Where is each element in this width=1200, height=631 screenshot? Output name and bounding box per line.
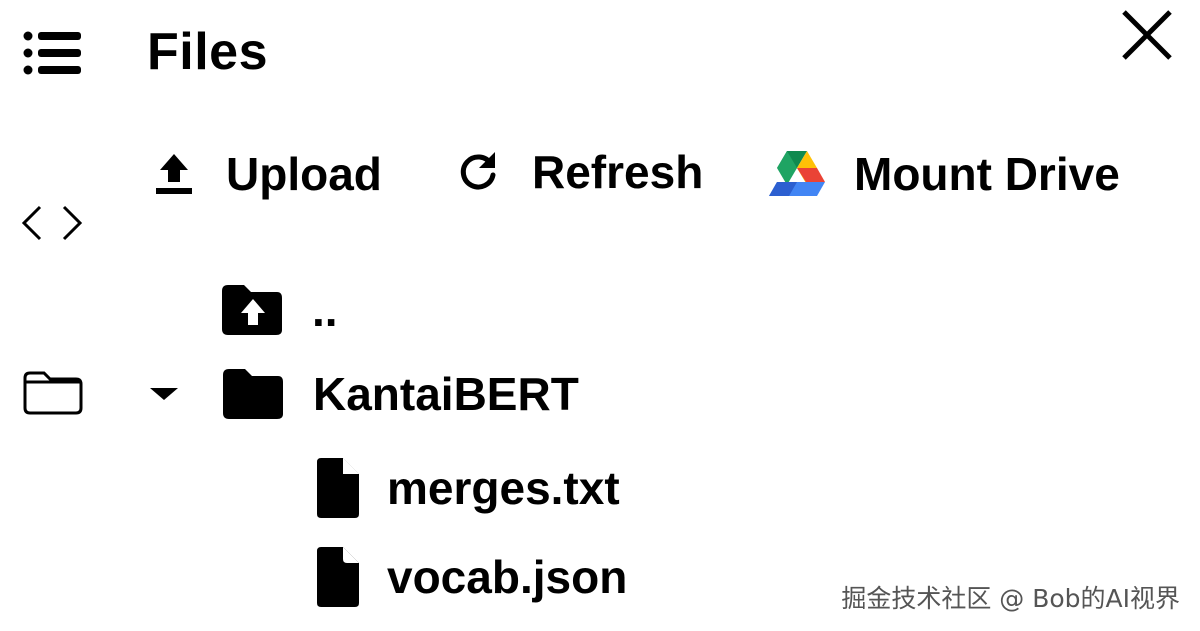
file-name: merges.txt — [387, 462, 620, 514]
upload-label: Upload — [226, 148, 382, 200]
refresh-button[interactable]: Refresh — [454, 140, 703, 204]
code-icon[interactable] — [20, 203, 84, 243]
folder-up-icon — [222, 285, 282, 335]
mount-drive-label: Mount Drive — [854, 148, 1120, 200]
google-drive-icon — [769, 151, 825, 196]
folder-outline-icon[interactable] — [22, 370, 84, 416]
file-icon — [317, 547, 359, 607]
folder-item-kantaibert[interactable]: KantaiBERT — [145, 362, 579, 426]
folder-name: KantaiBERT — [313, 368, 579, 420]
menu-icon[interactable] — [22, 28, 82, 76]
panel-title: Files — [147, 23, 268, 81]
files-panel: Files Upload Refresh Mount Drive .. Kant… — [0, 0, 1200, 631]
close-icon[interactable] — [1118, 6, 1176, 64]
file-item-vocab[interactable]: vocab.json — [313, 545, 627, 609]
refresh-label: Refresh — [532, 146, 704, 198]
refresh-icon — [460, 152, 496, 190]
caret-down-icon[interactable] — [145, 375, 183, 413]
file-name: vocab.json — [387, 551, 628, 603]
folder-icon — [223, 369, 283, 419]
file-icon — [317, 458, 359, 518]
mount-drive-button[interactable]: Mount Drive — [768, 142, 1120, 206]
upload-button[interactable]: Upload — [150, 142, 382, 206]
upload-icon — [156, 154, 192, 194]
parent-directory-item[interactable]: .. — [220, 278, 338, 342]
parent-directory-label: .. — [312, 284, 338, 336]
file-item-merges[interactable]: merges.txt — [313, 456, 620, 520]
watermark: 掘金技术社区 @ Bob的AI视界 — [841, 584, 1180, 613]
